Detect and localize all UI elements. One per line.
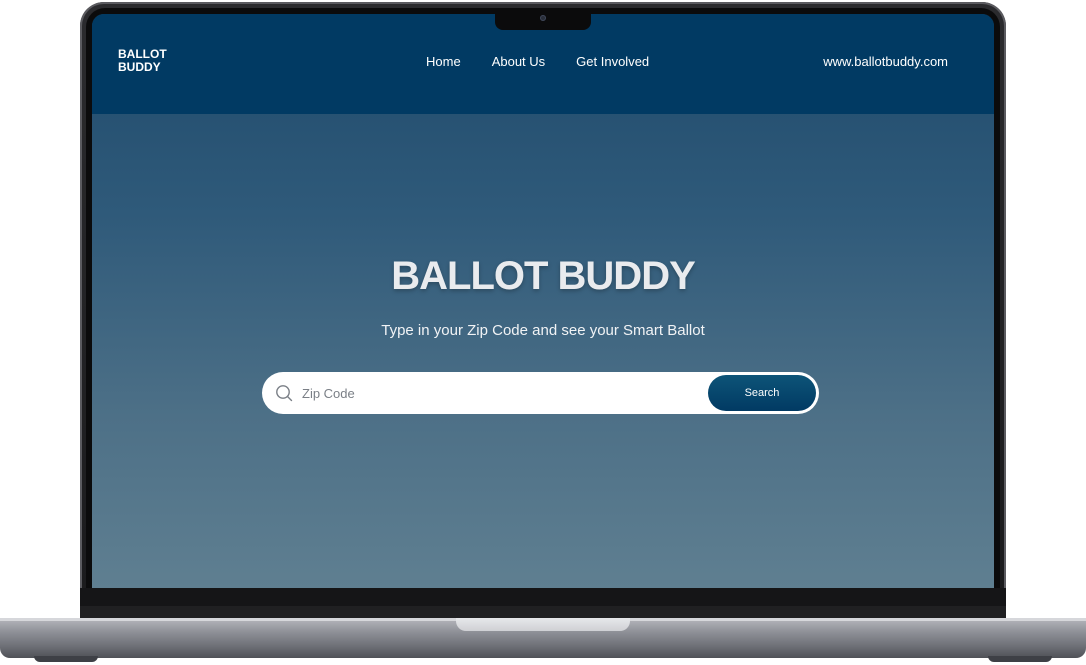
hero-subtitle: Type in your Zip Code and see your Smart… [381,322,705,339]
hero-title: BALLOT BUDDY [391,254,696,298]
search-icon [276,385,293,402]
zip-search-bar: Search [262,372,819,414]
nav-link-get-involved[interactable]: Get Involved [576,54,649,69]
browser-viewport: BALLOT BUDDY Home About Us Get Involved … [92,14,994,588]
site-url-link[interactable]: www.ballotbuddy.com [823,54,948,69]
search-button[interactable]: Search [708,375,816,411]
site-logo[interactable]: BALLOT BUDDY [118,48,188,74]
laptop-foot-right [988,656,1052,662]
screen-bottom-bezel [80,588,1006,618]
zip-code-input[interactable] [302,380,702,406]
laptop-mockup: BALLOT BUDDY Home About Us Get Involved … [0,0,1086,665]
nav-link-home[interactable]: Home [426,54,461,69]
lid-opening-groove [456,618,630,631]
main-nav: Home About Us Get Involved [426,54,649,69]
laptop-foot-left [34,656,98,662]
logo-line-2: BUDDY [118,60,161,74]
nav-link-about-us[interactable]: About Us [492,54,545,69]
camera-icon [540,15,546,21]
